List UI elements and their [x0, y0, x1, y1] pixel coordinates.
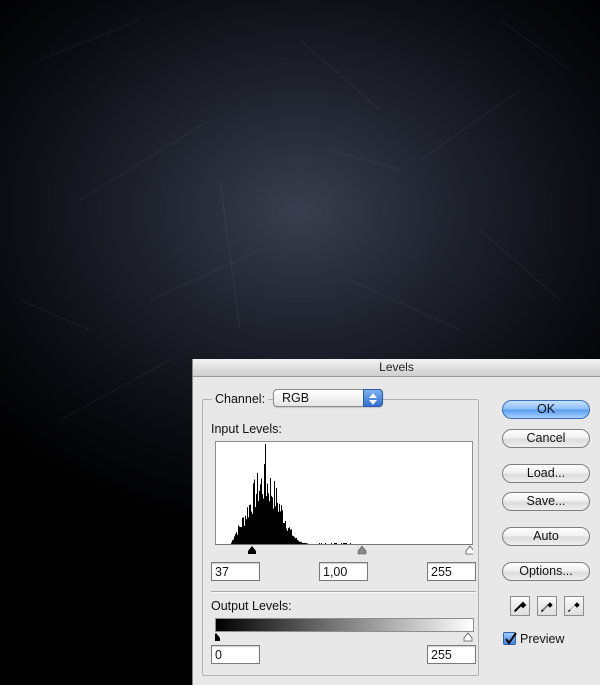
ok-button[interactable]: OK	[502, 400, 590, 419]
output-black-handle[interactable]	[215, 633, 220, 641]
channel-value: RGB	[282, 391, 310, 405]
channel-select[interactable]: RGB	[273, 389, 383, 407]
preview-checkbox[interactable]	[503, 632, 517, 645]
output-white-field[interactable]	[427, 645, 476, 664]
output-black-field[interactable]	[211, 645, 260, 664]
input-levels-label: Input Levels:	[211, 422, 282, 436]
auto-button[interactable]: Auto	[502, 527, 590, 546]
preview-label: Preview	[520, 632, 565, 646]
options-button[interactable]: Options...	[502, 562, 590, 581]
cancel-button[interactable]: Cancel	[502, 429, 590, 448]
output-levels-label: Output Levels:	[211, 599, 292, 613]
input-black-field[interactable]	[211, 562, 260, 581]
histogram	[215, 441, 473, 545]
histogram-graph	[231, 444, 351, 544]
input-gamma-field[interactable]	[319, 562, 368, 581]
eyedropper-white-icon[interactable]	[564, 596, 584, 616]
levels-dialog: Levels Channel: RGB Input Levels: Output…	[193, 359, 600, 685]
eyedropper-black-icon[interactable]	[510, 596, 530, 616]
input-white-field[interactable]	[427, 562, 476, 581]
output-white-handle[interactable]	[463, 632, 473, 642]
input-white-handle[interactable]	[465, 545, 473, 555]
output-levels-slider[interactable]	[215, 631, 473, 643]
input-black-handle[interactable]	[248, 546, 256, 554]
checkmark-icon	[505, 632, 517, 645]
save-button[interactable]: Save...	[502, 492, 590, 511]
updown-arrows-icon	[363, 389, 383, 407]
input-gray-handle[interactable]	[357, 545, 367, 555]
channel-label: Channel:	[212, 392, 269, 406]
dialog-title: Levels	[193, 359, 600, 377]
load-button[interactable]: Load...	[502, 464, 590, 483]
input-levels-slider[interactable]	[215, 544, 473, 556]
eyedropper-gray-icon[interactable]	[537, 596, 557, 616]
separator	[211, 591, 476, 593]
output-gradient-bar	[215, 618, 474, 632]
